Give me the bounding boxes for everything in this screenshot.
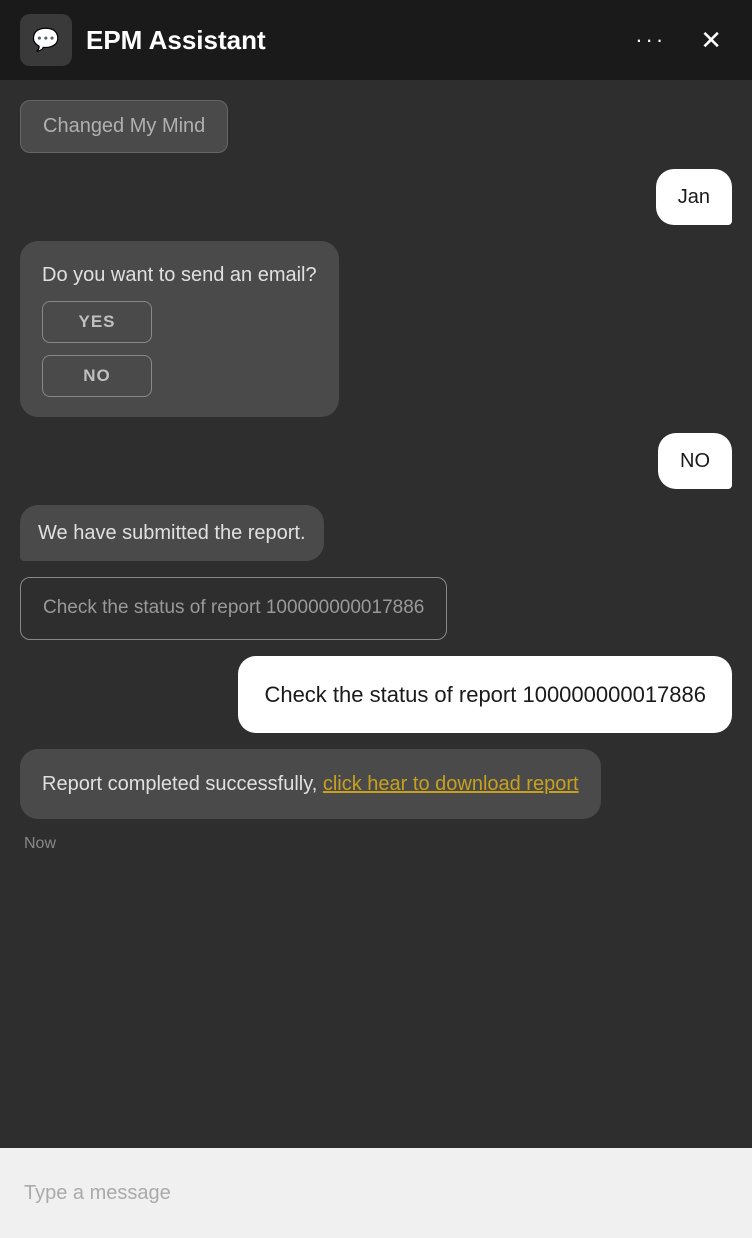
changed-mind-row: Changed My Mind (20, 100, 732, 153)
report-completed-row: Report completed successfully, click hea… (20, 749, 732, 819)
email-question-bubble: Do you want to send an email? YES NO (20, 241, 339, 417)
report-completed-prefix: Report completed successfully, (42, 773, 323, 795)
changed-mind-button[interactable]: Changed My Mind (20, 100, 228, 153)
no-button[interactable]: NO (42, 355, 152, 397)
header-title: EPM Assistant (86, 25, 611, 56)
status-white-row: Check the status of report 1000000000178… (20, 656, 732, 733)
user-no-bubble: NO (658, 433, 732, 489)
header: 💬 EPM Assistant ··· ✕ (0, 0, 752, 80)
assistant-icon: 💬 (20, 14, 72, 66)
report-completed-bubble: Report completed successfully, click hea… (20, 749, 601, 819)
download-report-link[interactable]: click hear to download report (323, 773, 579, 795)
timestamp: Now (20, 835, 732, 853)
status-check-white-bubble: Check the status of report 1000000000178… (238, 656, 732, 733)
message-input-placeholder[interactable]: Type a message (24, 1182, 171, 1205)
email-question-row: Do you want to send an email? YES NO (20, 241, 732, 417)
status-check-outlined-bubble: Check the status of report 1000000000178… (20, 577, 447, 640)
yes-button[interactable]: YES (42, 301, 152, 343)
user-jan-row: Jan (20, 169, 732, 225)
submitted-row: We have submitted the report. (20, 505, 732, 561)
chat-area: Changed My Mind Jan Do you want to send … (0, 80, 752, 1148)
email-question-text: Do you want to send an email? (42, 261, 317, 289)
input-area[interactable]: Type a message (0, 1148, 752, 1238)
more-menu-button[interactable]: ··· (625, 21, 676, 59)
status-outlined-row: Check the status of report 1000000000178… (20, 577, 732, 640)
submitted-bubble: We have submitted the report. (20, 505, 324, 561)
close-button[interactable]: ✕ (690, 19, 732, 62)
user-no-row: NO (20, 433, 732, 489)
user-jan-bubble: Jan (656, 169, 732, 225)
